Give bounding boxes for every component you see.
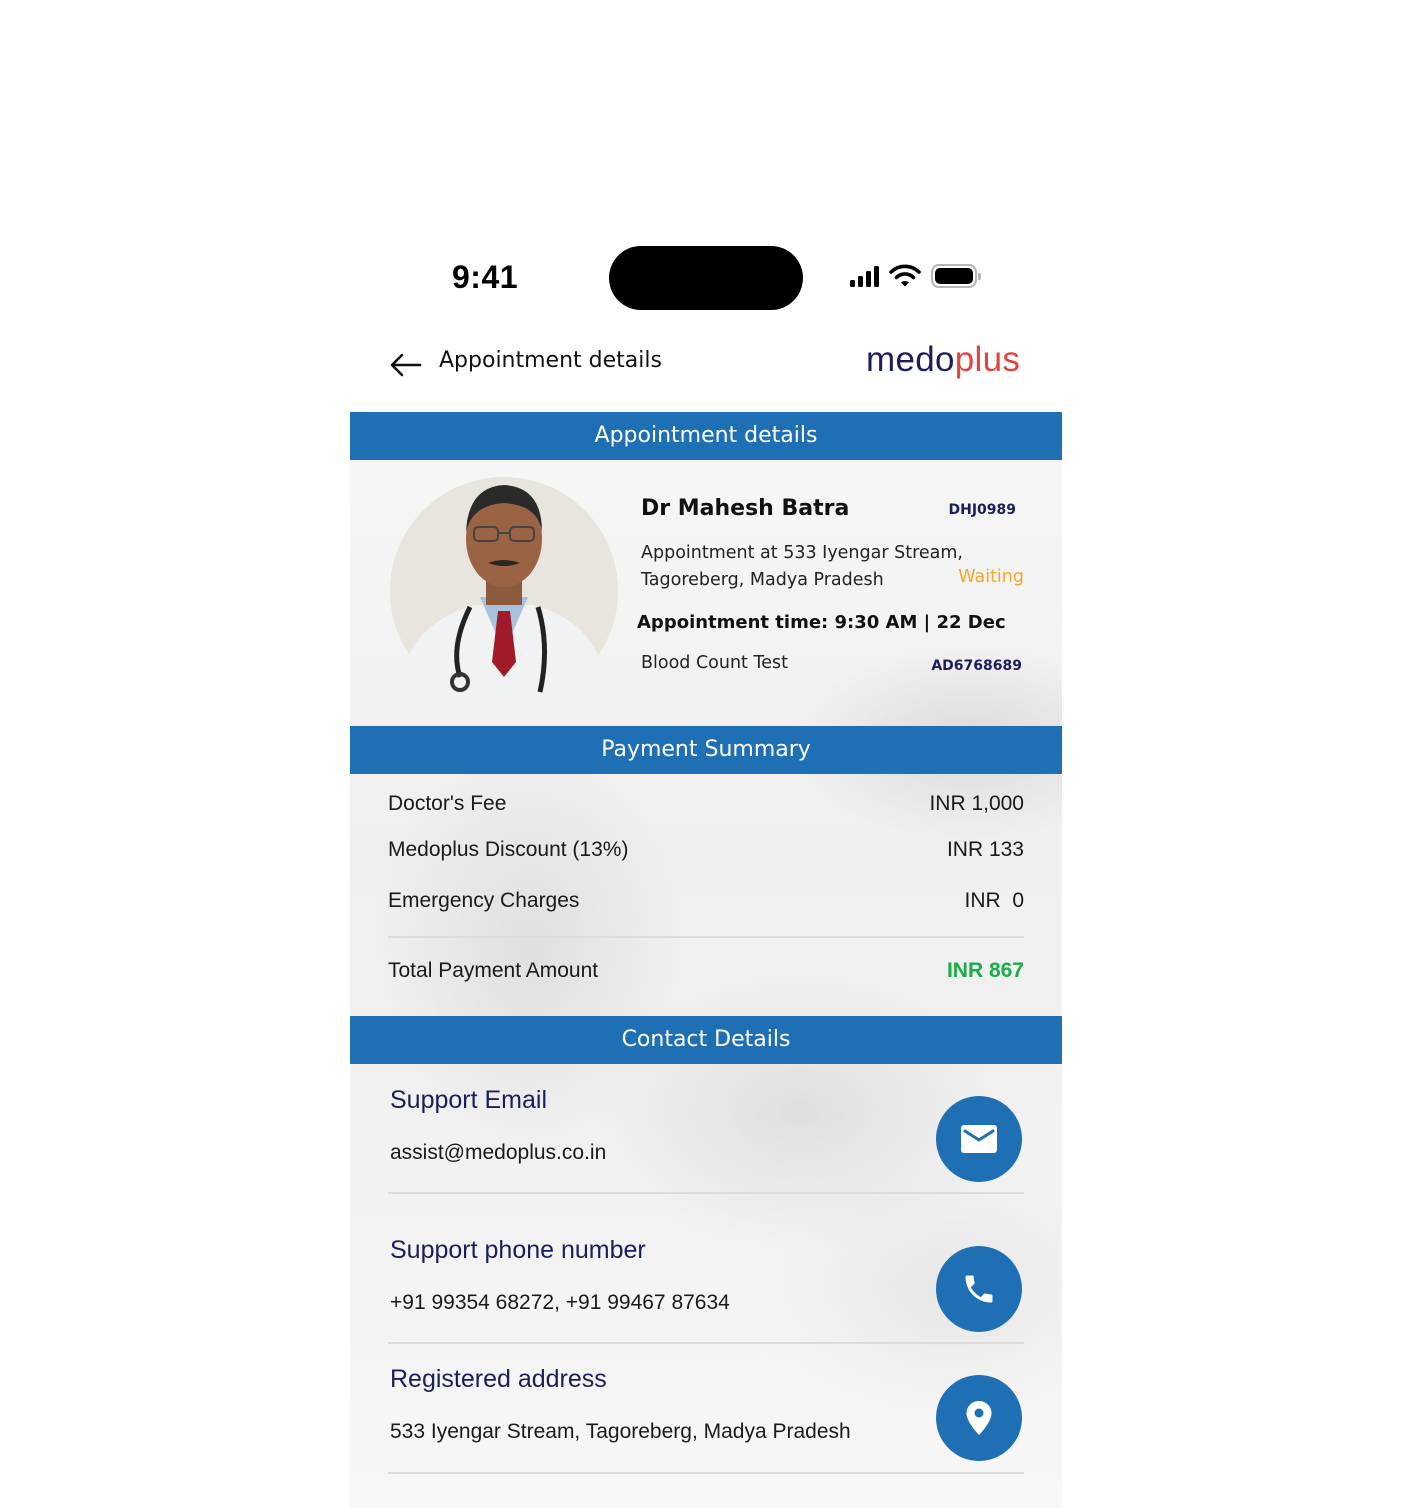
contact-divider bbox=[388, 1192, 1024, 1194]
call-button[interactable] bbox=[936, 1246, 1022, 1332]
payment-row: Medoplus Discount (13%) INR 133 bbox=[388, 838, 1024, 862]
appointment-id: AD6768689 bbox=[931, 658, 1022, 674]
payment-row: Doctor's Fee INR 1,000 bbox=[388, 792, 1024, 816]
appointment-section-header: Appointment details bbox=[350, 412, 1062, 460]
appointment-address: Appointment at 533 Iyengar Stream, Tagor… bbox=[641, 540, 981, 594]
location-pin-icon bbox=[966, 1401, 992, 1435]
payment-total-row: Total Payment Amount INR 867 bbox=[388, 959, 1024, 983]
email-button[interactable] bbox=[936, 1096, 1022, 1182]
battery-icon bbox=[931, 264, 981, 288]
wifi-icon bbox=[889, 264, 921, 287]
contact-divider bbox=[388, 1342, 1024, 1344]
payment-divider bbox=[388, 936, 1024, 938]
status-badge: Waiting bbox=[958, 567, 1024, 587]
cellular-signal-icon bbox=[850, 265, 879, 287]
contact-divider bbox=[388, 1472, 1024, 1474]
doctor-id: DHJ0989 bbox=[948, 502, 1016, 518]
payment-row-value: INR 1,000 bbox=[929, 792, 1024, 815]
appointment-address-line2: Tagoreberg, Madya Pradesh bbox=[641, 570, 884, 590]
status-time: 9:41 bbox=[452, 259, 519, 295]
location-button[interactable] bbox=[936, 1375, 1022, 1461]
payment-row-label: Emergency Charges bbox=[388, 889, 580, 912]
arrow-left-icon bbox=[390, 353, 422, 377]
doctor-avatar bbox=[390, 477, 618, 705]
registered-address-value: 533 Iyengar Stream, Tagoreberg, Madya Pr… bbox=[390, 1420, 851, 1443]
support-email-label: Support Email bbox=[390, 1086, 548, 1114]
contact-section-header: Contact Details bbox=[350, 1016, 1062, 1064]
payment-total-label: Total Payment Amount bbox=[388, 959, 599, 982]
support-email-value[interactable]: assist@medoplus.co.in bbox=[390, 1141, 606, 1165]
appointment-time: Appointment time: 9:30 AM | 22 Dec bbox=[637, 612, 1006, 633]
page-title: Appointment details bbox=[439, 348, 662, 373]
payment-row-value: INR 133 bbox=[946, 838, 1024, 861]
status-icons bbox=[850, 264, 981, 288]
doctor-name: Dr Mahesh Batra bbox=[641, 496, 850, 521]
payment-section-header: Payment Summary bbox=[350, 726, 1062, 774]
support-phone-label: Support phone number bbox=[390, 1236, 646, 1264]
brand-logo: medoplus bbox=[866, 340, 1020, 380]
appointment-address-line1: Appointment at 533 Iyengar Stream, bbox=[641, 543, 963, 563]
payment-row-label: Doctor's Fee bbox=[388, 792, 507, 815]
support-phone-value[interactable]: +91 99354 68272, +91 99467 87634 bbox=[390, 1291, 730, 1315]
payment-row-value: INR 0 bbox=[964, 889, 1024, 912]
payment-total-value: INR 867 bbox=[946, 959, 1024, 982]
registered-address-label: Registered address bbox=[390, 1365, 607, 1393]
brand-logo-part2: plus bbox=[954, 340, 1021, 379]
dynamic-island bbox=[609, 246, 803, 310]
test-name: Blood Count Test bbox=[641, 653, 788, 673]
content-area: Appointment details Dr Mahesh Batra DHJ0… bbox=[350, 412, 1062, 1508]
mail-icon bbox=[961, 1125, 997, 1153]
back-button[interactable] bbox=[388, 350, 424, 380]
phone-icon bbox=[965, 1275, 993, 1303]
brand-logo-part1: medo bbox=[866, 340, 955, 379]
payment-row: Emergency Charges INR 0 bbox=[388, 889, 1024, 913]
payment-row-label: Medoplus Discount (13%) bbox=[388, 838, 629, 861]
doctor-portrait-image bbox=[390, 477, 618, 705]
